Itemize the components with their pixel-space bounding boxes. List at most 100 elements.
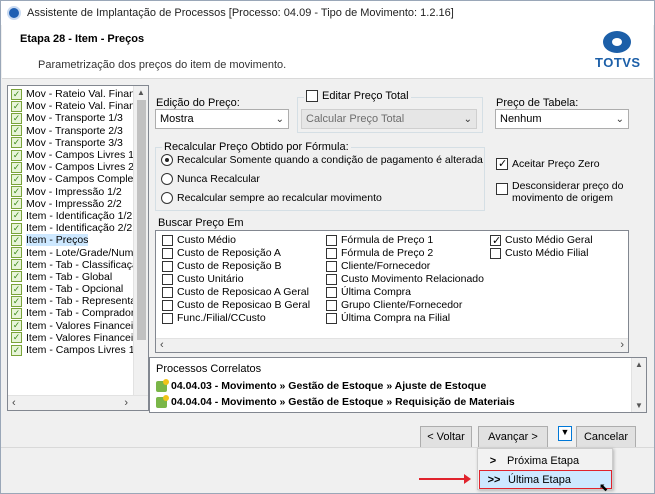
buscar-option[interactable]: Custo Unitário <box>162 273 244 285</box>
tree-item[interactable]: ✓ Mov - Rateio Val. Financ <box>8 100 148 112</box>
avancar-menu: > Próxima Etapa >> Última Etapa <box>477 448 613 490</box>
calcular-total-select[interactable]: Calcular Preço Total ⌄ <box>301 109 477 129</box>
scroll-thumb[interactable] <box>137 100 146 340</box>
tree-item[interactable]: ✓ Item - Tab - Representa <box>8 295 148 307</box>
tree-item[interactable]: ✓ Item - Valores Financeiro <box>8 320 148 332</box>
tree-item[interactable]: ✓ Item - Tab - Opcional <box>8 283 148 295</box>
edicao-select[interactable]: Mostra ⌄ <box>155 109 289 129</box>
avancar-button[interactable]: Avançar > <box>478 426 548 448</box>
preco-tabela-label: Preço de Tabela: <box>496 97 579 109</box>
buscar-option[interactable]: Custo Médio <box>162 234 236 246</box>
buscar-option[interactable]: Última Compra na Filial <box>326 312 450 324</box>
menu-item-ultima-etapa[interactable]: >> Última Etapa <box>479 470 612 489</box>
tree-item-label: Item - Identificação 1/2 <box>26 209 133 222</box>
buscar-checkbox[interactable] <box>162 273 173 285</box>
tree-horizontal-scrollbar[interactable]: ‹ › <box>8 395 148 410</box>
radio-button[interactable] <box>161 154 173 166</box>
tree-item[interactable]: ✓ Mov - Impressão 2/2 <box>8 198 148 210</box>
tree-item[interactable]: ✓ Item - Identificação 1/2 <box>8 210 148 222</box>
buscar-checkbox[interactable] <box>326 247 337 259</box>
buscar-checkbox[interactable] <box>162 247 173 259</box>
voltar-button[interactable]: < Voltar <box>420 426 472 448</box>
buscar-option[interactable]: Custo Movimento Relacionado <box>326 273 484 285</box>
tree-vertical-scrollbar[interactable]: ▲ <box>133 86 148 410</box>
buscar-option[interactable]: Custo Médio Geral <box>490 234 593 247</box>
scroll-right-icon[interactable]: › <box>620 339 624 351</box>
buscar-option[interactable]: Custo de Reposição A <box>162 247 281 259</box>
steps-tree[interactable]: ✓ Mov - Rateio Val. Financ ✓ Mov - Rateio V… <box>7 85 149 411</box>
buscar-checkbox[interactable] <box>490 247 501 259</box>
radio-button[interactable] <box>161 192 173 204</box>
buscar-checkbox[interactable] <box>326 286 337 298</box>
aceitar-zero-checkbox[interactable] <box>496 157 508 170</box>
buscar-preco-list[interactable]: ‹ › Custo Médio Custo de Reposição A Custo… <box>155 230 629 353</box>
editar-total-checkbox[interactable] <box>306 90 318 102</box>
scroll-left-icon[interactable]: ‹ <box>160 339 164 351</box>
buscar-option[interactable]: Custo de Reposicao B Geral <box>162 299 310 311</box>
tree-item[interactable]: ✓ Item - Identificação 2/2 <box>8 222 148 234</box>
tree-item[interactable]: ✓ Item - Campos Livres 1/ <box>8 344 148 356</box>
buscar-checkbox[interactable] <box>162 286 173 298</box>
tree-item[interactable]: ✓ Item - Preços <box>8 234 148 247</box>
tree-item[interactable]: ✓ Item - Tab - Classificaçã <box>8 259 148 271</box>
buscar-option-label: Última Compra <box>341 286 412 298</box>
buscar-checkbox[interactable] <box>326 299 337 311</box>
tree-item[interactable]: ✓ Mov - Rateio Val. Financ <box>8 88 148 100</box>
scroll-left-icon[interactable]: ‹ <box>12 397 16 409</box>
scroll-down-icon[interactable]: ▼ <box>635 401 643 410</box>
buscar-option[interactable]: Fórmula de Preço 2 <box>326 247 433 259</box>
buscar-option[interactable]: Última Compra <box>326 286 411 298</box>
tree-item[interactable]: ✓ Item - Tab - Comprador <box>8 307 148 319</box>
buscar-option[interactable]: Grupo Cliente/Fornecedor <box>326 299 462 311</box>
buscar-checkbox[interactable] <box>162 299 173 311</box>
buscar-option[interactable]: Func./Filial/CCusto <box>162 312 266 324</box>
tree-item[interactable]: ✓ Item - Lote/Grade/Num. <box>8 246 148 259</box>
tree-item[interactable]: ✓ Mov - Transporte 2/3 <box>8 125 148 137</box>
tree-item[interactable]: ✓ Mov - Transporte 3/3 <box>8 137 148 149</box>
radio-recalcular-condicao[interactable]: Recalcular Somente quando a condição de … <box>161 154 483 166</box>
buscar-option[interactable]: Custo Médio Filial <box>490 247 588 259</box>
buscar-option[interactable]: Fórmula de Preço 1 <box>326 234 433 246</box>
desconsiderar-checkbox[interactable] <box>496 183 508 195</box>
tree-item[interactable]: ✓ Mov - Campos Livres 2/2 <box>8 161 148 173</box>
tree-item-label: Item - Preços <box>26 234 89 247</box>
menu-item-proxima-etapa[interactable]: > Próxima Etapa <box>479 451 612 470</box>
radio-recalcular-sempre[interactable]: Recalcular sempre ao recalcular moviment… <box>161 192 382 204</box>
buscar-checkbox[interactable] <box>162 234 173 246</box>
radio-button[interactable] <box>161 173 173 185</box>
tree-item[interactable]: ✓ Item - Valores Financeiro <box>8 332 148 344</box>
buscar-checkbox[interactable] <box>326 273 337 285</box>
buscar-checkbox[interactable] <box>326 312 337 324</box>
scroll-up-icon[interactable]: ▲ <box>137 88 145 97</box>
related-vertical-scrollbar[interactable]: ▲ ▼ <box>631 358 646 412</box>
related-process-label: 04.04.04 - Movimento » Gestão de Estoque… <box>171 396 515 408</box>
process-icon <box>156 394 169 408</box>
list-horizontal-scrollbar[interactable]: ‹ › <box>156 338 628 352</box>
tree-item[interactable]: ✓ Item - Tab - Global <box>8 271 148 283</box>
desconsiderar-option[interactable]: Desconsiderar preço do movimento de orig… <box>496 180 632 204</box>
buscar-option[interactable]: Custo de Reposicao A Geral <box>162 286 309 298</box>
tree-item[interactable]: ✓ Mov - Transporte 1/3 <box>8 112 148 124</box>
tree-item-label: Item - Tab - Opcional <box>26 283 124 296</box>
buscar-option[interactable]: Custo de Reposição B <box>162 260 281 272</box>
tree-item[interactable]: ✓ Mov - Campos Compleme <box>8 173 148 185</box>
related-process-link[interactable]: 04.04.04 - Movimento » Gestão de Estoque… <box>156 394 515 408</box>
aceitar-zero-option[interactable]: Aceitar Preço Zero <box>496 157 600 170</box>
buscar-checkbox[interactable] <box>162 260 173 272</box>
preco-tabela-select[interactable]: Nenhum ⌄ <box>495 109 629 129</box>
scroll-up-icon[interactable]: ▲ <box>635 360 643 369</box>
buscar-option[interactable]: Cliente/Fornecedor <box>326 260 430 272</box>
buscar-checkbox[interactable] <box>326 260 337 272</box>
tree-item-label: Item - Campos Livres 1/ <box>26 344 138 357</box>
cancelar-button[interactable]: Cancelar <box>576 426 636 448</box>
avancar-dropdown-button[interactable]: ▼ <box>558 426 572 441</box>
radio-nunca-recalcular[interactable]: Nunca Recalcular <box>161 173 260 185</box>
tree-item[interactable]: ✓ Mov - Campos Livres 1/2 <box>8 149 148 161</box>
tree-item-label: Mov - Campos Compleme <box>26 173 148 186</box>
scroll-right-icon[interactable]: › <box>124 397 128 409</box>
buscar-checkbox[interactable] <box>490 234 501 247</box>
buscar-checkbox[interactable] <box>162 312 173 324</box>
buscar-checkbox[interactable] <box>326 234 337 246</box>
related-process-link[interactable]: 04.04.03 - Movimento » Gestão de Estoque… <box>156 378 486 392</box>
tree-item[interactable]: ✓ Mov - Impressão 1/2 <box>8 186 148 198</box>
